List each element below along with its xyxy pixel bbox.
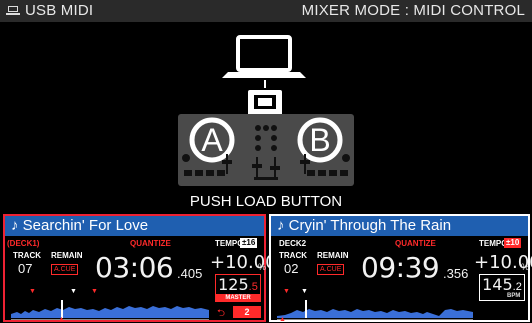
deck2-playhead-marker-icon: ▼ [301, 288, 308, 295]
deck2-song-title: ♪ Cryin' Through The Rain [277, 217, 452, 234]
laptop-icon [6, 6, 20, 15]
deck2-track-label: TRACK [279, 251, 307, 260]
deck1-title-bar: ♪ Searchin' For Love [5, 216, 264, 236]
deck1-tempo-value: +10.00 [210, 252, 277, 273]
deck1-loop-count: 2 [233, 306, 261, 318]
loop-icon: ⮌ [217, 308, 226, 319]
deck2-time: 09:39 [361, 251, 440, 284]
deck2-time-ms: .356 [443, 266, 469, 281]
deck1-bpm: 125 [218, 275, 249, 294]
header-title-text: USB MIDI [25, 2, 94, 19]
deck2-tempo-unit: % [521, 262, 530, 272]
deck2-quantize: QUANTIZE [395, 239, 436, 248]
deck1-bpm-decimal: .5 [248, 281, 258, 293]
deck2-position-marker-icon: ▲ [279, 316, 286, 323]
connection-diagram: A B [178, 35, 354, 186]
deck1-waveform [11, 300, 209, 318]
deck1-progress-track [11, 319, 209, 320]
deck2-panel: ♪ Cryin' Through The Rain DECK2 QUANTIZE… [269, 214, 532, 323]
deck1-acue: A.CUE [51, 264, 79, 275]
deck2-bpm: 145 [482, 275, 513, 294]
deck2-progress-track [277, 319, 473, 320]
deck2-waveform [277, 300, 473, 318]
deck1-playhead-marker-icon: ▼ [70, 288, 77, 295]
deck1-position-marker-icon: ▲ [58, 316, 65, 323]
deck2-tempo-range: ±10 [504, 238, 522, 248]
deck1-time-ms: .405 [177, 266, 203, 281]
deck2-acue: A.CUE [317, 264, 345, 275]
deck1-memory-marker-icon: ▼ [91, 288, 98, 295]
deck1-panel: ♪ Searchin' For Love (DECK1) QUANTIZE TE… [3, 214, 277, 323]
deck1-label: (DECK1) [7, 239, 40, 248]
computer-icon [222, 35, 306, 78]
usb-cable-icon [264, 80, 266, 88]
deck1-track-number: 07 [18, 261, 33, 276]
mixer-mode-label: MIXER MODE : MIDI CONTROL [301, 2, 525, 19]
deck2-cue-marker-icon: ▼ [283, 288, 290, 295]
deck1-tempo-range: ±16 [240, 238, 258, 248]
header-bar: USB MIDI MIXER MODE : MIDI CONTROL [0, 0, 532, 22]
deck1-remain-label: REMAIN [51, 251, 83, 260]
deck2-title-bar: ♪ Cryin' Through The Rain [271, 216, 528, 236]
deck1-time: 03:06 [95, 251, 174, 284]
deck2-label: DECK2 [279, 239, 307, 248]
deck1-song-title: ♪ Searchin' For Love [11, 217, 149, 234]
deck1-track-label: TRACK [13, 251, 41, 260]
header-title: USB MIDI [6, 2, 93, 19]
deck1-quantize: QUANTIZE [130, 239, 171, 248]
push-load-message: PUSH LOAD BUTTON [189, 193, 343, 210]
deck1-cue-marker-icon: ▼ [29, 288, 36, 295]
deck2-track-number: 02 [284, 261, 299, 276]
deck2-bpm-label: BPM [507, 293, 521, 299]
deck1-tempo-unit: % [258, 262, 267, 272]
deck2-bpm-decimal: .2 [512, 281, 522, 293]
deck-a-letter: A [201, 122, 223, 158]
deck-b-letter: B [309, 122, 330, 158]
player-device-icon [248, 90, 282, 118]
deck1-master-badge: MASTER [215, 294, 261, 302]
deck2-remain-label: REMAIN [317, 251, 349, 260]
